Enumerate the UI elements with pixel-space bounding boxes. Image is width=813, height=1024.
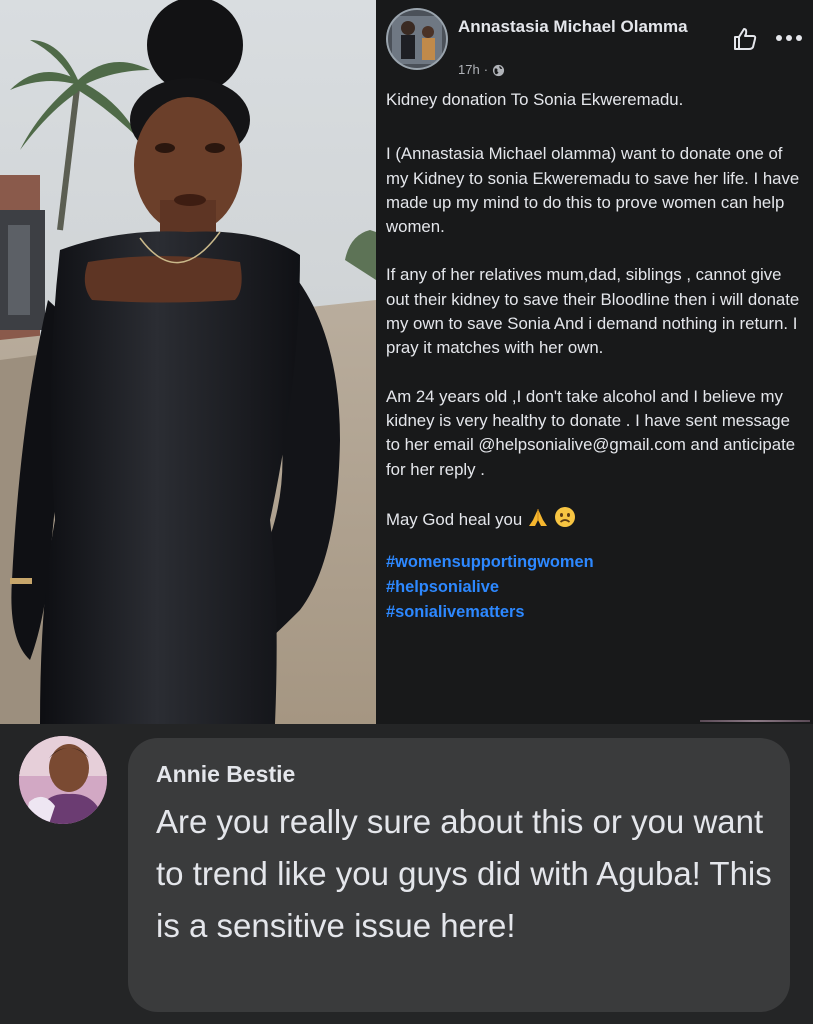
comment-bubble: Annie Bestie Are you really sure about t… xyxy=(128,738,790,1012)
post-paragraph-3: Am 24 years old ,I don't take alcohol an… xyxy=(386,386,796,479)
woman-photo xyxy=(0,0,376,724)
pray-emoji-icon xyxy=(528,508,547,526)
sad-face-emoji-icon xyxy=(554,506,575,527)
globe-icon xyxy=(492,64,505,76)
post-timestamp[interactable]: 17h xyxy=(458,62,480,78)
comment-text: Are you really sure about this or you wa… xyxy=(156,803,772,944)
post-divider xyxy=(700,720,810,722)
post-author-name[interactable]: Annastasia Michael Olamma xyxy=(458,16,708,38)
commenter-avatar[interactable] xyxy=(19,736,107,824)
meta-separator: · xyxy=(483,62,489,77)
post-meta: 17h · xyxy=(458,62,505,78)
thumbs-up-icon[interactable] xyxy=(732,26,758,52)
post-body: Kidney donation To Sonia Ekweremadu. I (… xyxy=(386,88,806,625)
author-avatar-image xyxy=(386,8,448,70)
post-header: Annastasia Michael Olamma 17h · xyxy=(386,6,806,80)
hashtag-list: #womensupportingwomen #helpsonialive #so… xyxy=(386,550,806,625)
screen: Annastasia Michael Olamma 17h · Kidney d… xyxy=(0,0,813,1024)
hashtag-link[interactable]: #helpsonialive xyxy=(386,575,806,600)
hashtag-link[interactable]: #womensupportingwomen xyxy=(386,550,806,575)
post-closing-line: May God heal you xyxy=(386,506,806,532)
post-paragraph-1: I (Annastasia Michael olamma) want to do… xyxy=(386,144,800,237)
commenter-name[interactable]: Annie Bestie xyxy=(156,760,295,788)
post-paragraph-2: If any of her relatives mum,dad, sibling… xyxy=(386,265,800,358)
more-options-icon[interactable] xyxy=(774,28,804,48)
post-content-panel: Annastasia Michael Olamma 17h · Kidney d… xyxy=(376,0,813,724)
comment-section: Annie Bestie Are you really sure about t… xyxy=(0,724,813,1024)
author-avatar[interactable] xyxy=(386,8,448,70)
hashtag-link[interactable]: #sonialivematters xyxy=(386,600,806,625)
post-closing-text: May God heal you xyxy=(386,509,523,529)
post-photo[interactable] xyxy=(0,0,376,724)
post-title: Kidney donation To Sonia Ekweremadu. xyxy=(386,90,684,109)
post-area: Annastasia Michael Olamma 17h · Kidney d… xyxy=(0,0,813,724)
commenter-avatar-image xyxy=(19,736,107,824)
